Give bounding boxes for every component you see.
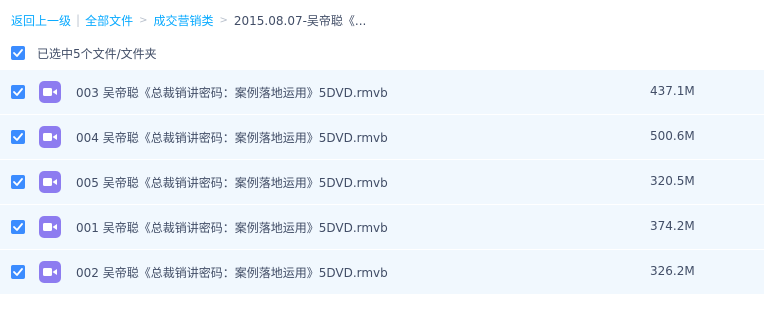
checkmark-icon: [13, 268, 23, 276]
breadcrumb-arrow: >: [139, 14, 148, 26]
video-file-icon: [39, 171, 61, 193]
breadcrumb-all-files[interactable]: 全部文件: [85, 12, 133, 29]
checkmark-icon: [13, 88, 23, 96]
video-file-icon: [39, 216, 61, 238]
file-name[interactable]: 005 吴帝聪《总裁销讲密码：案例落地运用》5DVD.rmvb: [76, 174, 388, 191]
file-checkbox[interactable]: [11, 130, 25, 144]
file-row[interactable]: 001 吴帝聪《总裁销讲密码：案例落地运用》5DVD.rmvb 374.2M: [0, 205, 764, 249]
file-size: 320.5M: [650, 174, 695, 188]
checkmark-icon: [13, 178, 23, 186]
checkmark-icon: [13, 133, 23, 141]
breadcrumb-divider: |: [76, 13, 81, 27]
breadcrumb-current: 2015.08.07-吴帝聪《...: [233, 13, 367, 28]
file-size: 374.2M: [650, 219, 695, 233]
selection-bar: 已选中5个文件/文件夹: [11, 44, 157, 62]
file-name[interactable]: 002 吴帝聪《总裁销讲密码：案例落地运用》5DVD.rmvb: [76, 264, 388, 281]
file-name[interactable]: 004 吴帝聪《总裁销讲密码：案例落地运用》5DVD.rmvb: [76, 129, 388, 146]
file-list: 003 吴帝聪《总裁销讲密码：案例落地运用》5DVD.rmvb 437.1M 0…: [0, 70, 764, 295]
breadcrumb-folder[interactable]: 成交营销类: [153, 12, 213, 29]
file-checkbox[interactable]: [11, 265, 25, 279]
file-name[interactable]: 001 吴帝聪《总裁销讲密码：案例落地运用》5DVD.rmvb: [76, 219, 388, 236]
file-name[interactable]: 003 吴帝聪《总裁销讲密码：案例落地运用》5DVD.rmvb: [76, 84, 388, 101]
video-file-icon: [39, 81, 61, 103]
breadcrumb-arrow: >: [219, 14, 228, 26]
video-file-icon: [39, 126, 61, 148]
breadcrumb: 返回上一级 | 全部文件 > 成交营销类 > 2015.08.07-吴帝聪《..…: [11, 10, 366, 30]
file-row[interactable]: 004 吴帝聪《总裁销讲密码：案例落地运用》5DVD.rmvb 500.6M: [0, 115, 764, 159]
file-size: 326.2M: [650, 264, 695, 278]
file-size: 437.1M: [650, 84, 695, 98]
video-file-icon: [39, 261, 61, 283]
back-link[interactable]: 返回上一级: [11, 12, 71, 29]
checkmark-icon: [13, 49, 23, 57]
file-row[interactable]: 005 吴帝聪《总裁销讲密码：案例落地运用》5DVD.rmvb 320.5M: [0, 160, 764, 204]
selection-count: 已选中5个文件/文件夹: [37, 46, 157, 61]
checkmark-icon: [13, 223, 23, 231]
file-row[interactable]: 002 吴帝聪《总裁销讲密码：案例落地运用》5DVD.rmvb 326.2M: [0, 250, 764, 294]
file-row[interactable]: 003 吴帝聪《总裁销讲密码：案例落地运用》5DVD.rmvb 437.1M: [0, 70, 764, 114]
file-checkbox[interactable]: [11, 220, 25, 234]
file-checkbox[interactable]: [11, 175, 25, 189]
file-size: 500.6M: [650, 129, 695, 143]
file-checkbox[interactable]: [11, 85, 25, 99]
select-all-checkbox[interactable]: [11, 46, 25, 60]
